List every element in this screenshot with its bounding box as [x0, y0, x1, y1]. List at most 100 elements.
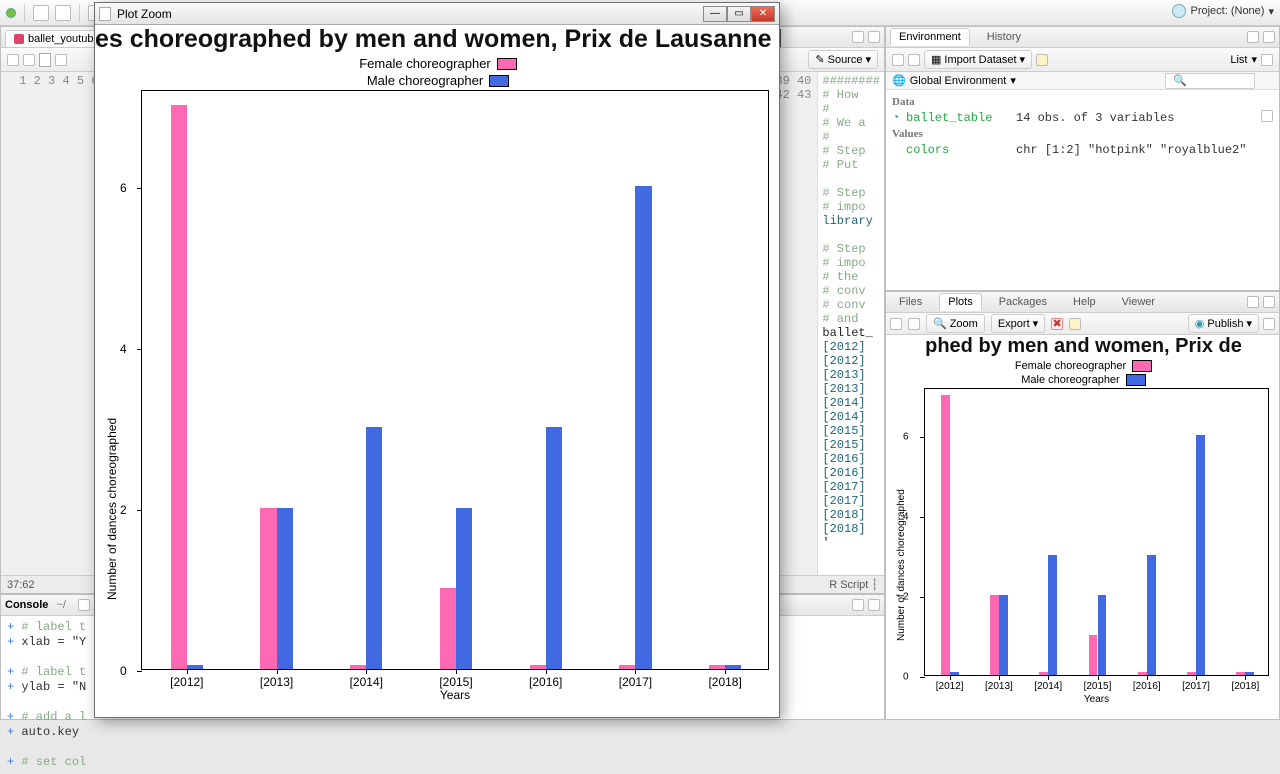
tab-help[interactable]: Help	[1064, 293, 1105, 311]
maximize-icon[interactable]	[1263, 31, 1275, 43]
env-var-name: colors	[906, 142, 1016, 158]
scope-label[interactable]: Global Environment	[910, 75, 1007, 87]
legend-swatch	[1132, 360, 1152, 372]
clear-icon[interactable]	[78, 599, 90, 611]
maximize-icon[interactable]	[868, 599, 880, 611]
file-type: R Script	[829, 579, 868, 591]
plot-canvas: es choreographed by men and women, Prix …	[95, 25, 779, 717]
env-row[interactable]: colors chr [1:2] "hotpink" "royalblue2"	[892, 142, 1273, 158]
source-button-label: Source	[828, 54, 863, 66]
maximize-icon[interactable]	[1263, 296, 1275, 308]
legend-item: Male choreographer	[1021, 374, 1145, 386]
chevron-down-icon: ▾	[1020, 53, 1026, 66]
load-icon[interactable]	[892, 54, 904, 66]
legend-label: Female choreographer	[359, 56, 491, 71]
bar	[350, 665, 366, 669]
minimize-icon[interactable]	[1247, 296, 1259, 308]
clear-plots-icon[interactable]	[1069, 318, 1081, 330]
plot-axes: 0246[2012][2013][2014][2015][2016][2017]…	[141, 90, 769, 670]
bar	[1245, 672, 1254, 675]
tab-files[interactable]: Files	[890, 293, 931, 311]
export-button[interactable]: Export▾	[991, 314, 1045, 333]
publish-button[interactable]: ◉Publish▾	[1188, 314, 1259, 333]
y-axis-label: Number of dances choreographed	[896, 490, 907, 642]
tab-environment[interactable]: Environment	[890, 28, 970, 46]
remove-plot-icon[interactable]: ✖	[1051, 318, 1063, 330]
app-icon	[6, 8, 16, 18]
env-row[interactable]: ◔ ballet_table 14 obs. of 3 variables	[892, 110, 1273, 126]
plots-pane: Files Plots Packages Help Viewer 🔍Zoom E…	[885, 291, 1280, 720]
publish-icon: ◉	[1195, 317, 1205, 330]
new-file-icon[interactable]	[33, 5, 49, 21]
legend-label: Male choreographer	[1021, 374, 1119, 386]
chevron-down-icon: ▾	[865, 53, 871, 66]
refresh-icon[interactable]	[1261, 54, 1273, 66]
minimize-icon[interactable]	[852, 599, 864, 611]
tab-plots[interactable]: Plots	[939, 293, 981, 311]
back-icon[interactable]	[7, 54, 19, 66]
minimize-button[interactable]: —	[703, 6, 727, 22]
import-dataset-button[interactable]: ▦ Import Dataset ▾	[924, 50, 1032, 69]
chart-title: phed by men and women, Prix de	[886, 335, 1279, 358]
x-tick-label: [2014]	[1034, 681, 1062, 692]
project-menu[interactable]: Project: (None) ▾	[1172, 4, 1274, 18]
grid-view-icon[interactable]	[1261, 110, 1273, 122]
x-tick-label: [2018]	[1231, 681, 1259, 692]
bar	[950, 672, 959, 675]
refresh-icon[interactable]	[1263, 318, 1275, 330]
x-tick-label: [2018]	[708, 675, 741, 689]
bar	[990, 595, 999, 675]
bar	[171, 105, 187, 669]
env-values-header: Values	[892, 126, 1273, 142]
bar	[260, 508, 276, 669]
bar	[456, 508, 472, 669]
env-var-name: ballet_table	[906, 110, 1016, 126]
show-doc-icon[interactable]	[39, 53, 51, 67]
bar	[1187, 672, 1196, 675]
import-dataset-label: Import Dataset	[944, 54, 1016, 66]
legend-item: Female choreographer	[359, 56, 517, 71]
env-search-input[interactable]	[1165, 73, 1255, 89]
prev-plot-icon[interactable]	[890, 318, 902, 330]
bar	[999, 595, 1008, 675]
x-tick-label: [2015]	[1084, 681, 1112, 692]
broom-icon[interactable]	[1036, 54, 1048, 66]
list-view-label[interactable]: List	[1230, 54, 1247, 66]
x-tick-label: [2017]	[619, 675, 652, 689]
zoom-icon: 🔍	[933, 317, 947, 330]
bar	[1098, 595, 1107, 675]
tab-history[interactable]: History	[978, 28, 1030, 46]
bar	[187, 665, 203, 669]
forward-icon[interactable]	[23, 54, 35, 66]
save-icon[interactable]	[908, 54, 920, 66]
code-editor[interactable]: ######## # How # # We a # # Step # Put #…	[818, 72, 884, 575]
export-label: Export	[998, 318, 1030, 330]
y-tick-label: 6	[903, 432, 909, 443]
chevron-down-icon: ▾	[1251, 53, 1257, 66]
y-tick-label: 4	[120, 342, 127, 356]
minimize-icon[interactable]	[852, 31, 864, 43]
bar	[1236, 672, 1245, 675]
legend-label: Female choreographer	[1015, 360, 1126, 372]
project-label: Project: (None)	[1190, 5, 1264, 17]
maximize-button[interactable]: ▭	[727, 6, 751, 22]
tab-viewer[interactable]: Viewer	[1113, 293, 1164, 311]
zoom-button[interactable]: 🔍Zoom	[926, 314, 985, 333]
next-plot-icon[interactable]	[908, 318, 920, 330]
open-icon[interactable]	[55, 5, 71, 21]
bar	[1089, 635, 1098, 675]
bar	[1048, 555, 1057, 675]
x-tick-label: [2015]	[439, 675, 472, 689]
chevron-down-icon: ▾	[1033, 317, 1039, 330]
save-icon[interactable]	[55, 54, 67, 66]
source-button[interactable]: ✎ Source ▾	[808, 50, 878, 69]
close-button[interactable]: ✕	[751, 6, 775, 22]
x-axis-label: Years	[141, 688, 769, 702]
tab-packages[interactable]: Packages	[990, 293, 1056, 311]
expand-icon[interactable]: ◔	[892, 110, 906, 126]
x-tick-label: [2017]	[1182, 681, 1210, 692]
maximize-icon[interactable]	[868, 31, 880, 43]
x-tick-label: [2012]	[936, 681, 964, 692]
chart-title: es choreographed by men and women, Prix …	[95, 25, 781, 54]
minimize-icon[interactable]	[1247, 31, 1259, 43]
